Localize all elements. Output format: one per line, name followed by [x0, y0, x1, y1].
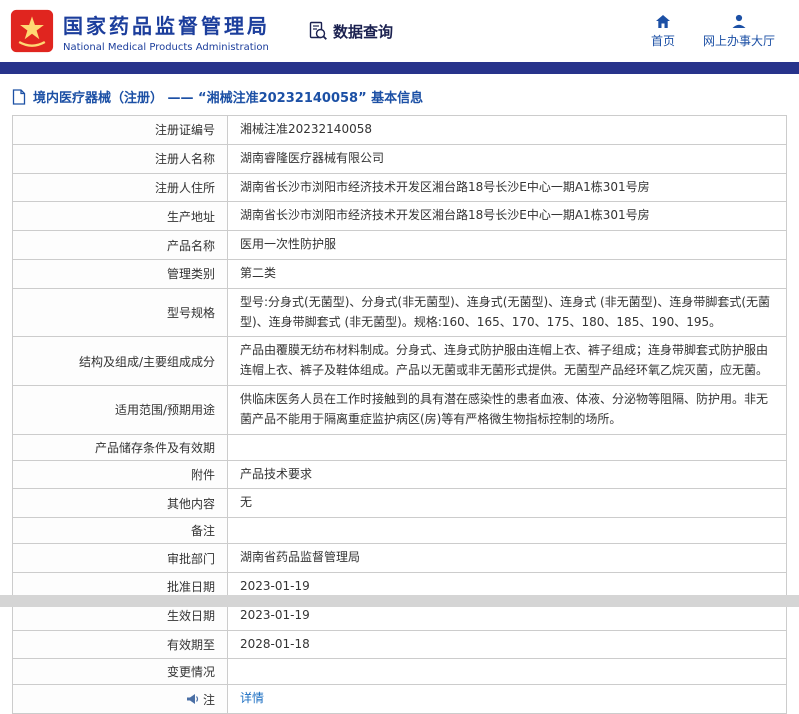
row-value-text: 湖南省药品监督管理局: [240, 550, 361, 565]
row-value-text: 湖南省长沙市浏阳市经济技术开发区湘台路18号长沙E中心一期A1栋301号房: [240, 179, 650, 194]
row-label: 其他内容: [13, 489, 228, 518]
national-emblem-icon: [10, 9, 54, 53]
row-value-text: 2023-01-19: [240, 607, 310, 622]
breadcrumb: 境内医疗器械（注册） —— “湘械注准20232140058” 基本信息: [0, 74, 799, 115]
row-label: 结构及组成/主要组成成分: [13, 337, 228, 385]
row-label: 产品名称: [13, 231, 228, 259]
table-row: 型号规格 型号:分身式(无菌型)、分身式(非无菌型)、连身式(无菌型)、连身式 …: [13, 288, 786, 338]
org-titles: 国家药品监督管理局 National Medical Products Admi…: [63, 10, 270, 53]
row-value: 湖南省药品监督管理局: [228, 544, 786, 572]
home-icon: [655, 14, 671, 29]
row-value: 供临床医务人员在工作时接触到的具有潜在感染性的患者血液、体液、分泌物等阻隔、防护…: [228, 386, 786, 434]
row-label: 变更情况: [13, 659, 228, 685]
note-icon: [186, 693, 199, 705]
row-value: 湖南省长沙市浏阳市经济技术开发区湘台路18号长沙E中心一期A1栋301号房: [228, 174, 786, 202]
org-title-en: National Medical Products Administration: [63, 41, 269, 53]
row-value: [228, 435, 786, 460]
row-value: 湘械注准20232140058: [228, 116, 786, 144]
table-row: 注册人名称 湖南睿隆医疗器械有限公司: [13, 144, 786, 174]
row-label: 产品储存条件及有效期: [13, 434, 228, 460]
row-value: 产品由覆膜无纺布材料制成。分身式、连身式防护服由连帽上衣、裤子组成；连身带脚套式…: [228, 337, 786, 385]
row-value-text: 湖南睿隆医疗器械有限公司: [240, 150, 385, 165]
row-value-text: 无: [240, 495, 253, 510]
row-value-text: 供临床医务人员在工作时接触到的具有潜在感染性的患者血液、体液、分泌物等阻隔、防护…: [240, 391, 769, 426]
row-value-text: 2023-01-19: [240, 578, 310, 593]
row-label: 有效期至: [13, 630, 228, 659]
row-label: 注册证编号: [13, 116, 228, 144]
table-row: 产品名称 医用一次性防护服: [13, 231, 786, 260]
row-value: 第二类: [228, 260, 786, 288]
nav-service-hall[interactable]: 网上办事大厅: [703, 14, 775, 49]
table-row: 适用范围/预期用途 供临床医务人员在工作时接触到的具有潜在感染性的患者血液、体液…: [13, 385, 786, 435]
row-value: [228, 518, 786, 543]
row-value-text: 第二类: [240, 265, 277, 280]
row-value-text: 湘械注准20232140058: [240, 122, 372, 136]
row-label: 生产地址: [13, 202, 228, 231]
nav-data-query-label: 数据查询: [333, 22, 394, 41]
row-value-text: 产品由覆膜无纺布材料制成。分身式、连身式防护服由连帽上衣、裤子组成；连身带脚套式…: [240, 343, 769, 378]
document-icon: [12, 88, 26, 105]
brand: 国家药品监督管理局 National Medical Products Admi…: [10, 9, 270, 53]
table-row: 生产地址 湖南省长沙市浏阳市经济技术开发区湘台路18号长沙E中心一期A1栋301…: [13, 202, 786, 232]
row-value: 湖南睿隆医疗器械有限公司: [228, 145, 786, 173]
row-label: 适用范围/预期用途: [13, 385, 228, 434]
row-value-text: 2028-01-18: [240, 636, 310, 651]
table-row: 产品储存条件及有效期: [13, 434, 786, 461]
row-value: 医用一次性防护服: [228, 231, 786, 259]
row-label: 审批部门: [13, 544, 228, 572]
row-value: 无: [228, 489, 786, 517]
table-row: 注册证编号 湘械注准20232140058: [13, 116, 786, 145]
table-row: 附件 产品技术要求: [13, 460, 786, 490]
row-value-text: 医用一次性防护服: [240, 237, 337, 252]
table-row: 注册人住所 湖南省长沙市浏阳市经济技术开发区湘台路18号长沙E中心一期A1栋30…: [13, 173, 786, 203]
person-icon: [731, 14, 747, 29]
nav-service-hall-label: 网上办事大厅: [702, 33, 775, 48]
table-row: 有效期至 2028-01-18: [13, 630, 786, 660]
row-label-text: 注: [202, 692, 215, 707]
row-label: 管理类别: [13, 259, 228, 288]
row-value: 湖南省长沙市浏阳市经济技术开发区湘台路18号长沙E中心一期A1栋301号房: [228, 202, 786, 230]
row-label: 注: [13, 685, 228, 714]
row-value-text: 产品技术要求: [240, 466, 313, 481]
detail-link[interactable]: 详情: [240, 689, 264, 709]
row-value: 2028-01-18: [228, 631, 786, 659]
footer-strip: [0, 595, 799, 607]
table-row: 其他内容 无: [13, 489, 786, 519]
row-value: 详情: [228, 685, 786, 713]
table-row: 管理类别 第二类: [13, 259, 786, 289]
row-label: 型号规格: [13, 288, 228, 337]
row-value-text: 湖南省长沙市浏阳市经济技术开发区湘台路18号长沙E中心一期A1栋301号房: [240, 208, 650, 223]
header-blue-bar: [0, 62, 799, 74]
row-value-text: 型号:分身式(无菌型)、分身式(非无菌型)、连身式(无菌型)、连身式 (非无菌型…: [240, 294, 770, 329]
table-row-note: 注 详情: [13, 685, 786, 714]
row-label: 注册人名称: [13, 144, 228, 173]
page-title: 境内医疗器械（注册） —— “湘械注准20232140058” 基本信息: [33, 91, 424, 106]
row-value: [228, 659, 786, 684]
org-title-cn: 国家药品监督管理局: [63, 13, 270, 38]
row-value: 产品技术要求: [228, 461, 786, 489]
registration-info-table: 注册证编号 湘械注准20232140058 注册人名称 湖南睿隆医疗器械有限公司…: [12, 115, 787, 714]
table-row: 变更情况: [13, 659, 786, 686]
row-label: 附件: [13, 460, 228, 489]
header-right-nav: 首页 网上办事大厅: [651, 14, 785, 49]
table-row: 结构及组成/主要组成成分 产品由覆膜无纺布材料制成。分身式、连身式防护服由连帽上…: [13, 337, 786, 386]
data-query-icon: [308, 21, 328, 41]
nav-home[interactable]: 首页: [651, 14, 675, 49]
row-label: 注册人住所: [13, 173, 228, 202]
row-label: 备注: [13, 518, 228, 544]
table-row: 审批部门 湖南省药品监督管理局: [13, 544, 786, 573]
header: 国家药品监督管理局 National Medical Products Admi…: [0, 0, 799, 62]
row-value: 型号:分身式(无菌型)、分身式(非无菌型)、连身式(无菌型)、连身式 (非无菌型…: [228, 289, 786, 337]
table-row: 备注: [13, 518, 786, 545]
nav-home-label: 首页: [650, 33, 675, 48]
nav-data-query[interactable]: 数据查询: [308, 21, 393, 42]
